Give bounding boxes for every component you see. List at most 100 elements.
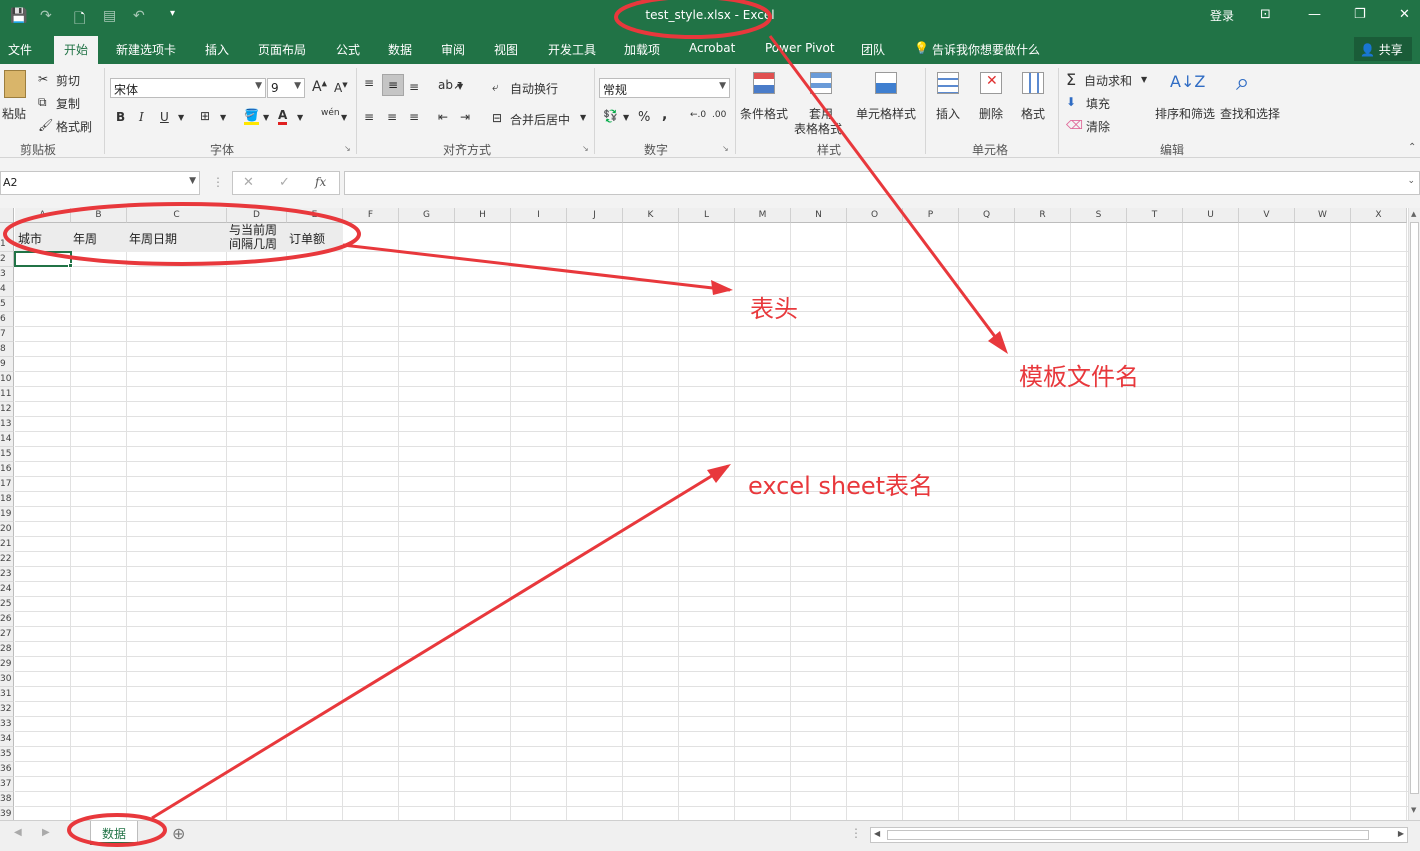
chevron-down-icon[interactable]: ▼ (457, 82, 463, 91)
insert-cells-button[interactable]: 插入 (936, 105, 960, 122)
chevron-down-icon[interactable]: ▼ (341, 113, 347, 122)
italic-button[interactable]: I (139, 110, 144, 124)
column-header[interactable]: X (1351, 208, 1407, 223)
select-all-corner[interactable] (0, 208, 14, 223)
share-button[interactable]: 👤 共享 (1354, 37, 1412, 61)
cut-button[interactable]: 剪切 (56, 72, 80, 89)
menu-page-layout[interactable]: 页面布局 (258, 41, 306, 58)
chevron-down-icon[interactable]: ▼ (263, 113, 269, 122)
row-header[interactable]: 17 (0, 477, 14, 492)
enter-icon[interactable]: ✓ (279, 175, 290, 190)
wrap-text-icon[interactable]: ⤶ (492, 80, 499, 95)
row-header[interactable]: 24 (0, 582, 14, 597)
align-bottom-icon[interactable]: ≡ (409, 80, 419, 94)
collapse-ribbon-icon[interactable]: ⌃ (1408, 142, 1416, 153)
row-header[interactable]: 33 (0, 717, 14, 732)
menu-data[interactable]: 数据 (388, 41, 412, 58)
currency-icon[interactable]: 💱 (603, 109, 618, 123)
tab-next-icon[interactable]: ▶ (42, 827, 50, 838)
copy-icon[interactable]: ⧉ (38, 95, 47, 110)
row-header[interactable]: 29 (0, 657, 14, 672)
chevron-down-icon[interactable]: ▼ (178, 113, 184, 122)
fill-color-icon[interactable]: 🪣 (244, 108, 259, 125)
scissors-icon[interactable]: ✂ (38, 72, 48, 86)
column-header[interactable]: S (1071, 208, 1127, 223)
column-header[interactable]: B (71, 208, 127, 223)
row-header[interactable]: 31 (0, 687, 14, 702)
column-header[interactable]: D (227, 208, 287, 223)
merge-icon[interactable]: ⊟ (492, 111, 502, 125)
brush-icon[interactable]: 🖌 (38, 118, 53, 132)
column-header[interactable]: U (1183, 208, 1239, 223)
row-header[interactable]: 8 (0, 342, 14, 357)
percent-button[interactable]: % (638, 110, 650, 125)
dialog-launcher-icon[interactable]: ↘ (722, 144, 729, 153)
chevron-down-icon[interactable]: ▼ (580, 113, 586, 122)
chevron-down-icon[interactable]: ▼ (220, 113, 226, 122)
vertical-scroll-thumb[interactable] (1410, 222, 1419, 794)
copy-button[interactable]: 复制 (56, 95, 80, 112)
formula-input[interactable]: ⌄ (344, 171, 1420, 195)
scroll-up-icon[interactable]: ▲ (1411, 210, 1416, 218)
border-icon[interactable]: ⊞ (200, 109, 210, 123)
menu-power-pivot[interactable]: Power Pivot (765, 41, 835, 55)
row-header[interactable]: 7 (0, 327, 14, 342)
sheet-tab-data[interactable]: 数据 (90, 821, 138, 845)
menu-new-tab[interactable]: 新建选项卡 (116, 41, 176, 58)
menu-insert[interactable]: 插入 (205, 41, 229, 58)
cell-a1[interactable]: 城市 (18, 230, 42, 247)
increase-indent-icon[interactable]: ⇥ (460, 110, 470, 124)
delete-cells-icon[interactable]: ✕ (980, 72, 1002, 94)
phonetic-guide-button[interactable]: wén (321, 108, 340, 118)
column-header[interactable]: P (903, 208, 959, 223)
minimize-icon[interactable]: — (1308, 7, 1321, 22)
paste-button[interactable]: 粘贴 (2, 105, 26, 122)
row-header[interactable]: 23 (0, 567, 14, 582)
row-header[interactable]: 32 (0, 702, 14, 717)
login-link[interactable]: 登录 (1210, 7, 1234, 24)
menu-addins[interactable]: 加载项 (624, 41, 660, 58)
column-header[interactable]: I (511, 208, 567, 223)
restore-icon[interactable]: ❐ (1354, 7, 1366, 22)
row-header[interactable]: 22 (0, 552, 14, 567)
align-center-icon[interactable]: ≡ (387, 110, 397, 124)
align-top-icon[interactable]: ≡ (364, 76, 374, 90)
cancel-icon[interactable]: ✕ (243, 175, 254, 190)
menu-acrobat[interactable]: Acrobat (689, 41, 735, 55)
vertical-scrollbar[interactable]: ▲ ▼ (1408, 208, 1420, 820)
font-color-icon[interactable]: A (278, 108, 288, 125)
number-format-select[interactable]: 常规 ▼ (599, 78, 730, 98)
decrease-decimal-icon[interactable]: .00 (712, 110, 726, 120)
row-header[interactable]: 35 (0, 747, 14, 762)
row-header[interactable]: 13 (0, 417, 14, 432)
row-header[interactable]: 36 (0, 762, 14, 777)
dialog-launcher-icon[interactable]: ↘ (344, 144, 351, 153)
decrease-indent-icon[interactable]: ⇤ (438, 110, 448, 124)
cell-e1[interactable]: 订单额 (289, 230, 325, 247)
add-sheet-icon[interactable]: ⊕ (172, 824, 185, 843)
eraser-icon[interactable]: ⌫ (1066, 118, 1083, 132)
chevron-down-icon[interactable]: ▼ (623, 113, 629, 122)
bold-button[interactable]: B (116, 110, 125, 124)
column-header[interactable]: T (1127, 208, 1183, 223)
row-header[interactable]: 21 (0, 537, 14, 552)
splitter-handle[interactable]: ⋮ (850, 826, 862, 840)
column-header[interactable]: F (343, 208, 399, 223)
row-header[interactable]: 39 (0, 807, 14, 820)
decrease-font-icon[interactable]: A▼ (334, 81, 348, 95)
row-header[interactable]: 14 (0, 432, 14, 447)
column-header[interactable]: M (735, 208, 791, 223)
row-header[interactable]: 26 (0, 612, 14, 627)
font-name-select[interactable]: 宋体 ▼ (110, 78, 266, 98)
column-header[interactable]: C (127, 208, 227, 223)
column-header[interactable]: W (1295, 208, 1351, 223)
menu-formulas[interactable]: 公式 (336, 41, 360, 58)
merge-center-button[interactable]: 合并后居中 (510, 111, 570, 128)
row-header[interactable]: 6 (0, 312, 14, 327)
conditional-format-icon[interactable] (753, 72, 775, 94)
column-header[interactable]: L (679, 208, 735, 223)
row-header[interactable]: 1 (0, 223, 14, 252)
insert-cells-icon[interactable] (937, 72, 959, 94)
menu-review[interactable]: 审阅 (441, 41, 465, 58)
format-painter-button[interactable]: 格式刷 (56, 118, 92, 135)
